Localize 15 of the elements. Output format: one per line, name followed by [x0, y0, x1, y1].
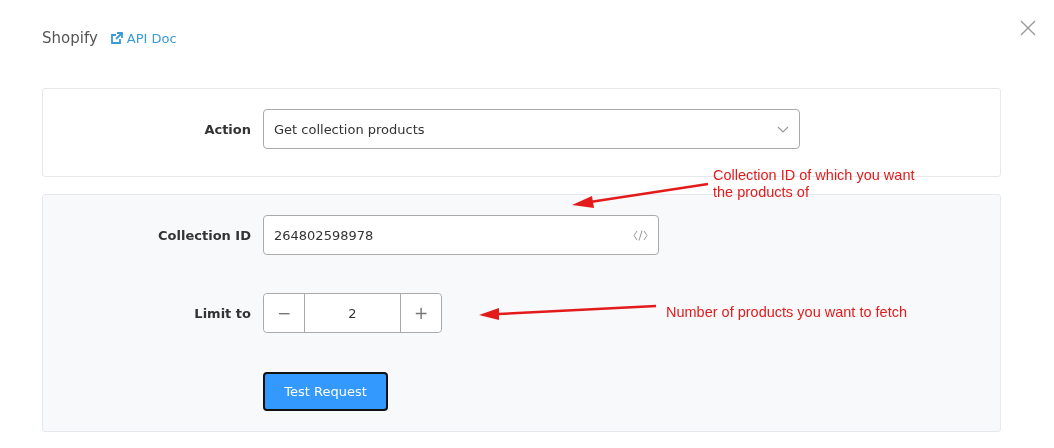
chevron-down-icon	[777, 125, 789, 133]
collection-id-field[interactable]: 264802598978	[263, 215, 659, 255]
close-icon[interactable]	[1019, 19, 1037, 37]
dialog-title: Shopify	[42, 29, 98, 47]
test-request-button[interactable]: Test Request	[263, 372, 388, 411]
field-label: Limit to	[193, 305, 251, 321]
annotation-note: Number of products you want to fetch	[666, 304, 907, 320]
limit-stepper[interactable]: − 2 +	[263, 293, 442, 333]
action-dropdown[interactable]: Get collection products	[263, 109, 800, 149]
field-label: Action	[203, 121, 251, 137]
field-label: Collection ID	[157, 227, 251, 243]
api-doc-link[interactable]: API Doc	[109, 30, 177, 46]
code-icon[interactable]	[633, 229, 648, 241]
external-link-icon	[109, 31, 123, 45]
annotation-note: Collection ID of which you want the products of	[713, 167, 916, 201]
